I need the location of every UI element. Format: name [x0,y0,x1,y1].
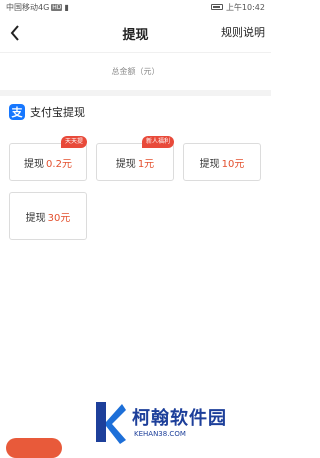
option-amount: 30元 [47,212,71,224]
alipay-icon: 支 [9,104,25,120]
section-divider [0,90,271,96]
alipay-section-header: 支 支付宝提现 [9,104,85,120]
clock: 上午10:42 [225,2,265,12]
total-amount-section: 总金额（元） [0,52,271,90]
bottom-action-button[interactable] [6,438,62,458]
option-amount: 1元 [137,158,155,170]
withdraw-option-30[interactable]: 提现 30元 [9,192,87,240]
option-tag: 天天提 [60,136,87,148]
option-label: 提现 [25,212,46,224]
withdraw-option-0-2[interactable]: 天天提 提现 0.2元 [9,136,87,181]
option-label: 提现 [199,158,220,170]
option-label: 提现 [115,158,136,170]
carrier-label: 中国移动4G [6,2,50,12]
battery-icon [210,4,223,10]
watermark-url: KEHAN38.COM [134,430,186,438]
option-label: 提现 [24,158,45,170]
option-amount: 10元 [221,158,245,170]
app-bar: 提现 规则说明 [0,14,271,53]
withdraw-option-10[interactable]: 提现 10元 [183,143,261,181]
option-amount: 0.2元 [46,158,72,170]
option-tag: 新人福利 [141,136,174,148]
watermark-name: 柯翰软件园 [132,408,227,429]
status-left: 中国移动4G HD ▮ [6,2,69,13]
rules-link[interactable]: 规则说明 [221,24,265,40]
status-right: 上午10:42 [210,2,265,13]
status-bar: 中国移动4G HD ▮ 上午10:42 [0,0,271,14]
watermark: 柯翰软件园 KEHAN38.COM [92,400,262,446]
chevron-left-icon[interactable] [6,22,24,44]
hd-badge: HD [51,3,63,11]
withdraw-option-1[interactable]: 新人福利 提现 1元 [96,136,174,181]
kehan-logo-icon [96,402,126,444]
page-title: 提现 [122,27,149,43]
signal-icon: ▮ [64,2,69,12]
total-amount-label: 总金额（元） [111,66,160,76]
alipay-section-title: 支付宝提现 [30,106,85,119]
